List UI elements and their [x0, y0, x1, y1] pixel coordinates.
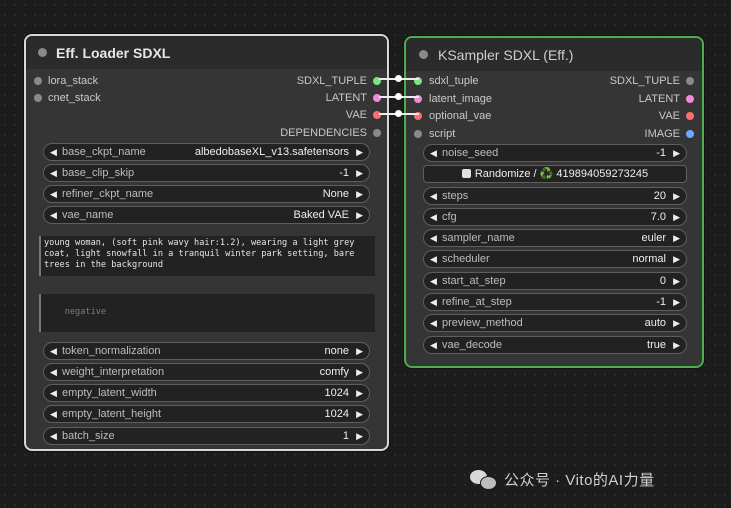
widget-vae-name[interactable]: ◀ vae_name Baked VAE ▶ [43, 206, 370, 224]
arrow-right-icon[interactable]: ▶ [356, 186, 363, 202]
arrow-left-icon[interactable]: ◀ [50, 343, 57, 359]
widget-start-at-step[interactable]: ◀ start_at_step 0 ▶ [423, 272, 687, 290]
node-title: KSampler SDXL (Eff.) [438, 47, 574, 63]
link-midpoint-dot[interactable] [395, 110, 402, 117]
dice-icon [461, 169, 471, 178]
widget-empty-latent-height[interactable]: ◀ empty_latent_height 1024 ▶ [43, 405, 370, 423]
arrow-right-icon[interactable]: ▶ [673, 188, 680, 204]
arrow-left-icon[interactable]: ◀ [50, 385, 57, 401]
widget-token-normalization[interactable]: ◀ token_normalization none ▶ [43, 342, 370, 360]
collapse-dot-icon[interactable] [419, 50, 428, 59]
arrow-left-icon[interactable]: ◀ [50, 207, 57, 223]
arrow-left-icon[interactable]: ◀ [430, 209, 437, 225]
link-midpoint-dot[interactable] [395, 75, 402, 82]
widget-sampler-name[interactable]: ◀ sampler_name euler ▶ [423, 229, 687, 247]
widget-vae-decode[interactable]: ◀ vae_decode true ▶ [423, 336, 687, 354]
arrow-left-icon[interactable]: ◀ [50, 144, 57, 160]
input-slot-sdxl-tuple[interactable]: sdxl_tuple [414, 73, 544, 89]
wechat-watermark: 公众号 · Vito的AI力量 [470, 468, 655, 490]
node-header[interactable]: Eff. Loader SDXL [26, 36, 387, 69]
arrow-right-icon[interactable]: ▶ [673, 230, 680, 246]
slot-dot-icon[interactable] [686, 95, 694, 103]
arrow-right-icon[interactable]: ▶ [673, 315, 680, 331]
node-title: Eff. Loader SDXL [56, 45, 171, 61]
slot-dot-icon[interactable] [686, 112, 694, 120]
slot-dot-icon[interactable] [373, 129, 381, 137]
widget-weight-interpretation[interactable]: ◀ weight_interpretation comfy ▶ [43, 363, 370, 381]
arrow-right-icon[interactable]: ▶ [356, 207, 363, 223]
arrow-right-icon[interactable]: ▶ [673, 273, 680, 289]
slot-dot-icon[interactable] [34, 77, 42, 85]
arrow-left-icon[interactable]: ◀ [430, 145, 437, 161]
arrow-left-icon[interactable]: ◀ [50, 428, 57, 444]
output-slot-sdxl-tuple[interactable]: SDXL_TUPLE [564, 73, 694, 89]
arrow-right-icon[interactable]: ▶ [356, 343, 363, 359]
node-header[interactable]: KSampler SDXL (Eff.) [406, 38, 702, 71]
widget-refine-at-step[interactable]: ◀ refine_at_step -1 ▶ [423, 293, 687, 311]
input-slot-optional-vae[interactable]: optional_vae [414, 108, 544, 124]
arrow-right-icon[interactable]: ▶ [673, 145, 680, 161]
arrow-left-icon[interactable]: ◀ [430, 230, 437, 246]
widget-base-ckpt-name[interactable]: ◀ base_ckpt_name albedobaseXL_v13.safete… [43, 143, 370, 161]
arrow-right-icon[interactable]: ▶ [356, 406, 363, 422]
arrow-left-icon[interactable]: ◀ [430, 251, 437, 267]
positive-prompt-textarea[interactable]: young woman, (soft pink wavy hair:1.2), … [39, 236, 375, 276]
arrow-left-icon[interactable]: ◀ [430, 188, 437, 204]
output-slot-image[interactable]: IMAGE [564, 126, 694, 142]
slot-dot-icon[interactable] [686, 77, 694, 85]
widget-base-clip-skip[interactable]: ◀ base_clip_skip -1 ▶ [43, 164, 370, 182]
slot-dot-icon[interactable] [686, 130, 694, 138]
widget-scheduler[interactable]: ◀ scheduler normal ▶ [423, 250, 687, 268]
arrow-left-icon[interactable]: ◀ [430, 315, 437, 331]
eff-loader-sdxl-node[interactable]: Eff. Loader SDXL lora_stack cnet_stack S… [24, 34, 389, 451]
arrow-right-icon[interactable]: ▶ [356, 428, 363, 444]
output-slot-vae[interactable]: VAE [564, 108, 694, 124]
negative-placeholder: negative [64, 307, 107, 317]
arrow-right-icon[interactable]: ▶ [356, 144, 363, 160]
arrow-left-icon[interactable]: ◀ [50, 186, 57, 202]
arrow-left-icon[interactable]: ◀ [430, 294, 437, 310]
arrow-right-icon[interactable]: ▶ [673, 251, 680, 267]
slot-dot-icon[interactable] [414, 130, 422, 138]
arrow-right-icon[interactable]: ▶ [673, 337, 680, 353]
arrow-right-icon[interactable]: ▶ [356, 385, 363, 401]
output-slot-latent[interactable]: LATENT [564, 91, 694, 107]
arrow-right-icon[interactable]: ▶ [356, 364, 363, 380]
negative-prompt-textarea[interactable]: negative [39, 294, 375, 332]
widget-noise-seed[interactable]: ◀ noise_seed -1 ▶ [423, 144, 687, 162]
widget-preview-method[interactable]: ◀ preview_method auto ▶ [423, 314, 687, 332]
arrow-right-icon[interactable]: ▶ [673, 209, 680, 225]
ksampler-sdxl-node[interactable]: KSampler SDXL (Eff.) sdxl_tuple latent_i… [404, 36, 704, 368]
input-slot-cnet-stack[interactable]: cnet_stack [34, 90, 184, 106]
input-slot-lora-stack[interactable]: lora_stack [34, 73, 184, 89]
arrow-left-icon[interactable]: ◀ [430, 273, 437, 289]
output-slot-latent[interactable]: LATENT [221, 90, 381, 106]
arrow-left-icon[interactable]: ◀ [430, 337, 437, 353]
widget-refiner-ckpt-name[interactable]: ◀ refiner_ckpt_name None ▶ [43, 185, 370, 203]
output-slot-sdxl-tuple[interactable]: SDXL_TUPLE [221, 73, 381, 89]
arrow-right-icon[interactable]: ▶ [673, 294, 680, 310]
arrow-left-icon[interactable]: ◀ [50, 406, 57, 422]
arrow-left-icon[interactable]: ◀ [50, 364, 57, 380]
widget-cfg[interactable]: ◀ cfg 7.0 ▶ [423, 208, 687, 226]
randomize-seed-button[interactable]: Randomize / ♻️ 419894059273245 [423, 165, 687, 183]
input-slot-latent-image[interactable]: latent_image [414, 91, 544, 107]
output-slot-vae[interactable]: VAE [221, 107, 381, 123]
arrow-right-icon[interactable]: ▶ [356, 165, 363, 181]
link-midpoint-dot[interactable] [395, 93, 402, 100]
slot-dot-icon[interactable] [34, 94, 42, 102]
widget-steps[interactable]: ◀ steps 20 ▶ [423, 187, 687, 205]
arrow-left-icon[interactable]: ◀ [50, 165, 57, 181]
output-slot-dependencies[interactable]: DEPENDENCIES [221, 125, 381, 141]
collapse-dot-icon[interactable] [38, 48, 47, 57]
widget-empty-latent-width[interactable]: ◀ empty_latent_width 1024 ▶ [43, 384, 370, 402]
widget-batch-size[interactable]: ◀ batch_size 1 ▶ [43, 427, 370, 445]
input-slot-script[interactable]: script [414, 126, 544, 142]
wechat-logo-icon [470, 468, 498, 490]
